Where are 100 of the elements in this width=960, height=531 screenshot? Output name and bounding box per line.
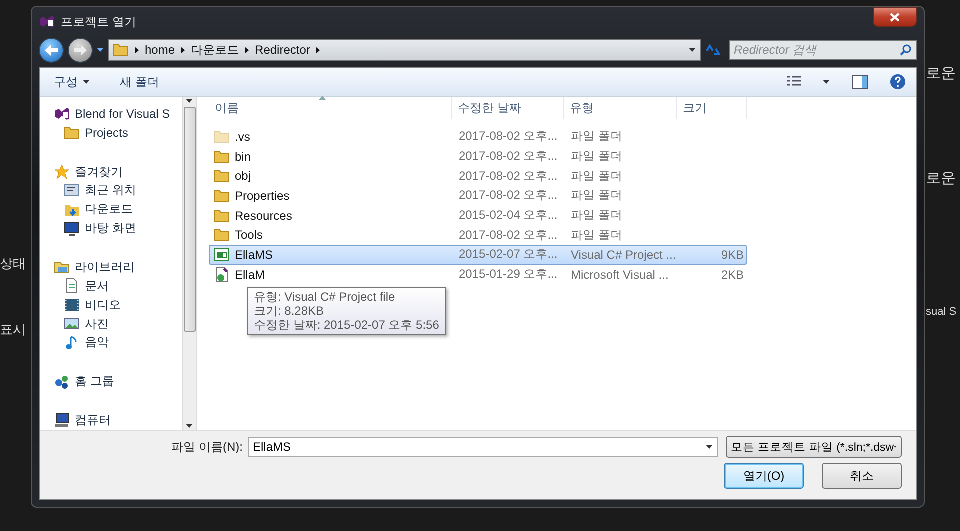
sidebar-item[interactable]: 문서 (54, 276, 182, 296)
file-row[interactable]: Tools 2017-08-02 오후... 파일 폴더 (209, 225, 747, 246)
folder-icon (214, 128, 230, 145)
file-name: Resources (235, 208, 292, 223)
logo-icon (39, 14, 55, 30)
sidebar-item[interactable]: 컴퓨터 (54, 411, 182, 430)
date-cell-text: 2015-02-07 오후... (458, 246, 559, 264)
column-header[interactable]: 수정한 날짜 (452, 97, 564, 119)
sidebar-item[interactable]: 음악 (54, 333, 182, 352)
tooltip-line: 수정한 날짜: 2015-02-07 오후 5:56 (254, 318, 440, 332)
sidebar-item[interactable]: 다운로드 (54, 200, 182, 220)
background-text: 로운 (926, 169, 957, 188)
help-icon[interactable] (890, 74, 906, 90)
caret-icon (186, 424, 193, 428)
file-type-dropdown[interactable]: 모든 프로젝트 파일 (*.sln;*.dsw (726, 436, 902, 458)
dialog-button[interactable]: 취소 (822, 463, 902, 489)
new-folder-button[interactable]: 새 폴더 (116, 72, 164, 92)
sidebar-item[interactable]: 라이브러리 (54, 258, 182, 277)
background-text: 로운 (926, 64, 957, 83)
file-name: EllaM (235, 268, 266, 282)
caret-icon (83, 80, 90, 84)
caret-icon (689, 48, 696, 52)
folder-icon (214, 208, 230, 224)
date-cell-text: 2017-08-02 오후... (458, 226, 559, 244)
recent-places-icon (64, 182, 80, 199)
caret-icon (186, 99, 193, 103)
star-icon (54, 164, 70, 180)
file-name: .vs (235, 130, 250, 144)
sidebar-item[interactable]: Blend for Visual S (54, 105, 182, 124)
sidebar-item[interactable]: Projects (54, 124, 182, 143)
date-cell-text: 2015-01-29 오후... (458, 266, 559, 284)
file-name: bin (235, 150, 252, 164)
breadcrumb-link[interactable]: home (145, 43, 176, 57)
folder-icon (214, 148, 230, 165)
document-icon (64, 278, 80, 294)
search-icon (900, 44, 912, 56)
dialog-button[interactable]: 열기(O) (724, 463, 804, 489)
file-name: obj (235, 169, 252, 184)
date-cell-text: 2017-08-02 오후... (458, 128, 559, 146)
folder-icon (113, 42, 129, 58)
logo-icon (54, 106, 70, 122)
search-field[interactable]: Redirector 검색 (729, 40, 917, 60)
monitor-icon (64, 220, 80, 237)
breadcrumb-link[interactable]: Redirector (255, 43, 310, 57)
chevron-icon (245, 46, 250, 54)
sidebar-item[interactable]: 비디오 (54, 296, 182, 315)
sidebar-item[interactable]: 즐겨찾기 (54, 162, 182, 182)
file-row[interactable]: EllaM 2015-01-29 오후... Microsoft Visual ... 2KB (209, 264, 747, 284)
window-title: 프로젝트 열기 (61, 14, 138, 30)
caret-icon (97, 48, 104, 52)
forward-arrow-icon (74, 44, 87, 56)
file-row[interactable]: bin 2017-08-02 오후... 파일 폴더 (209, 146, 747, 166)
forward-button[interactable] (68, 38, 93, 62)
file-row[interactable]: obj 2017-08-02 오후... 파일 폴더 (209, 166, 747, 186)
date-cell-text: 2017-08-02 오후... (458, 168, 559, 185)
project-file-icon (214, 246, 230, 263)
type-cell-text: 파일 폴더 (570, 128, 624, 146)
background-text: 표시 (0, 321, 27, 339)
close-icon (890, 12, 900, 22)
preview-pane-icon[interactable] (852, 75, 868, 89)
file-name: Properties (235, 188, 290, 203)
type-cell-text: 파일 폴더 (570, 168, 624, 185)
file-row[interactable]: Resources 2015-02-04 오후... 파일 폴더 (209, 206, 747, 226)
breadcrumb-link[interactable]: 다운로드 (191, 42, 240, 58)
column-header[interactable]: 유형 (564, 97, 677, 119)
refresh-icon[interactable] (705, 43, 721, 57)
file-row[interactable]: .vs 2017-08-02 오후... 파일 폴더 (209, 127, 747, 147)
type-cell-text: 파일 폴더 (570, 148, 624, 166)
file-row[interactable]: EllaMS 2015-02-07 오후... Visual C# Project ... 9KB (209, 245, 747, 265)
sidebar-item[interactable]: 바탕 화면 (54, 219, 182, 238)
date-cell-text: 2017-08-02 오후... (458, 187, 559, 204)
file-name: EllaMS (235, 248, 274, 262)
folder-icon (214, 188, 230, 204)
homegroup-icon (54, 374, 70, 390)
folder-icon (214, 168, 230, 184)
caret-icon (823, 80, 830, 84)
type-cell-text: Microsoft Visual ... (570, 268, 670, 282)
column-header[interactable]: 크기 (677, 97, 747, 119)
back-button[interactable] (39, 38, 64, 62)
organize-menu[interactable]: 구성 (50, 72, 94, 92)
type-cell-text: 파일 폴더 (570, 187, 624, 204)
view-list-icon[interactable] (787, 76, 801, 88)
address-bar[interactable]: home 다운로드 Redirector (108, 39, 701, 61)
type-cell-text: Visual C# Project ... (570, 248, 678, 262)
background-text: sual S (926, 306, 958, 318)
folder-icon (64, 125, 80, 142)
back-arrow-icon (45, 44, 58, 56)
tooltip-line: 크기: 8.28KB (254, 304, 326, 318)
scrollbar[interactable] (182, 97, 197, 430)
sidebar-item[interactable]: 최근 위치 (54, 182, 182, 200)
close-button[interactable] (873, 7, 917, 27)
filename-field[interactable]: EllaMS (248, 437, 718, 457)
type-cell-text: 파일 폴더 (570, 207, 624, 224)
file-row[interactable]: Properties 2017-08-02 오후... 파일 폴더 (209, 186, 747, 206)
sidebar-item[interactable]: 사진 (54, 314, 182, 334)
scroll-thumb[interactable] (184, 107, 196, 332)
sidebar-item[interactable]: 홈 그룹 (54, 372, 182, 392)
film-icon (64, 297, 80, 314)
column-header[interactable]: 이름 (209, 97, 452, 119)
chevron-icon (316, 46, 320, 54)
